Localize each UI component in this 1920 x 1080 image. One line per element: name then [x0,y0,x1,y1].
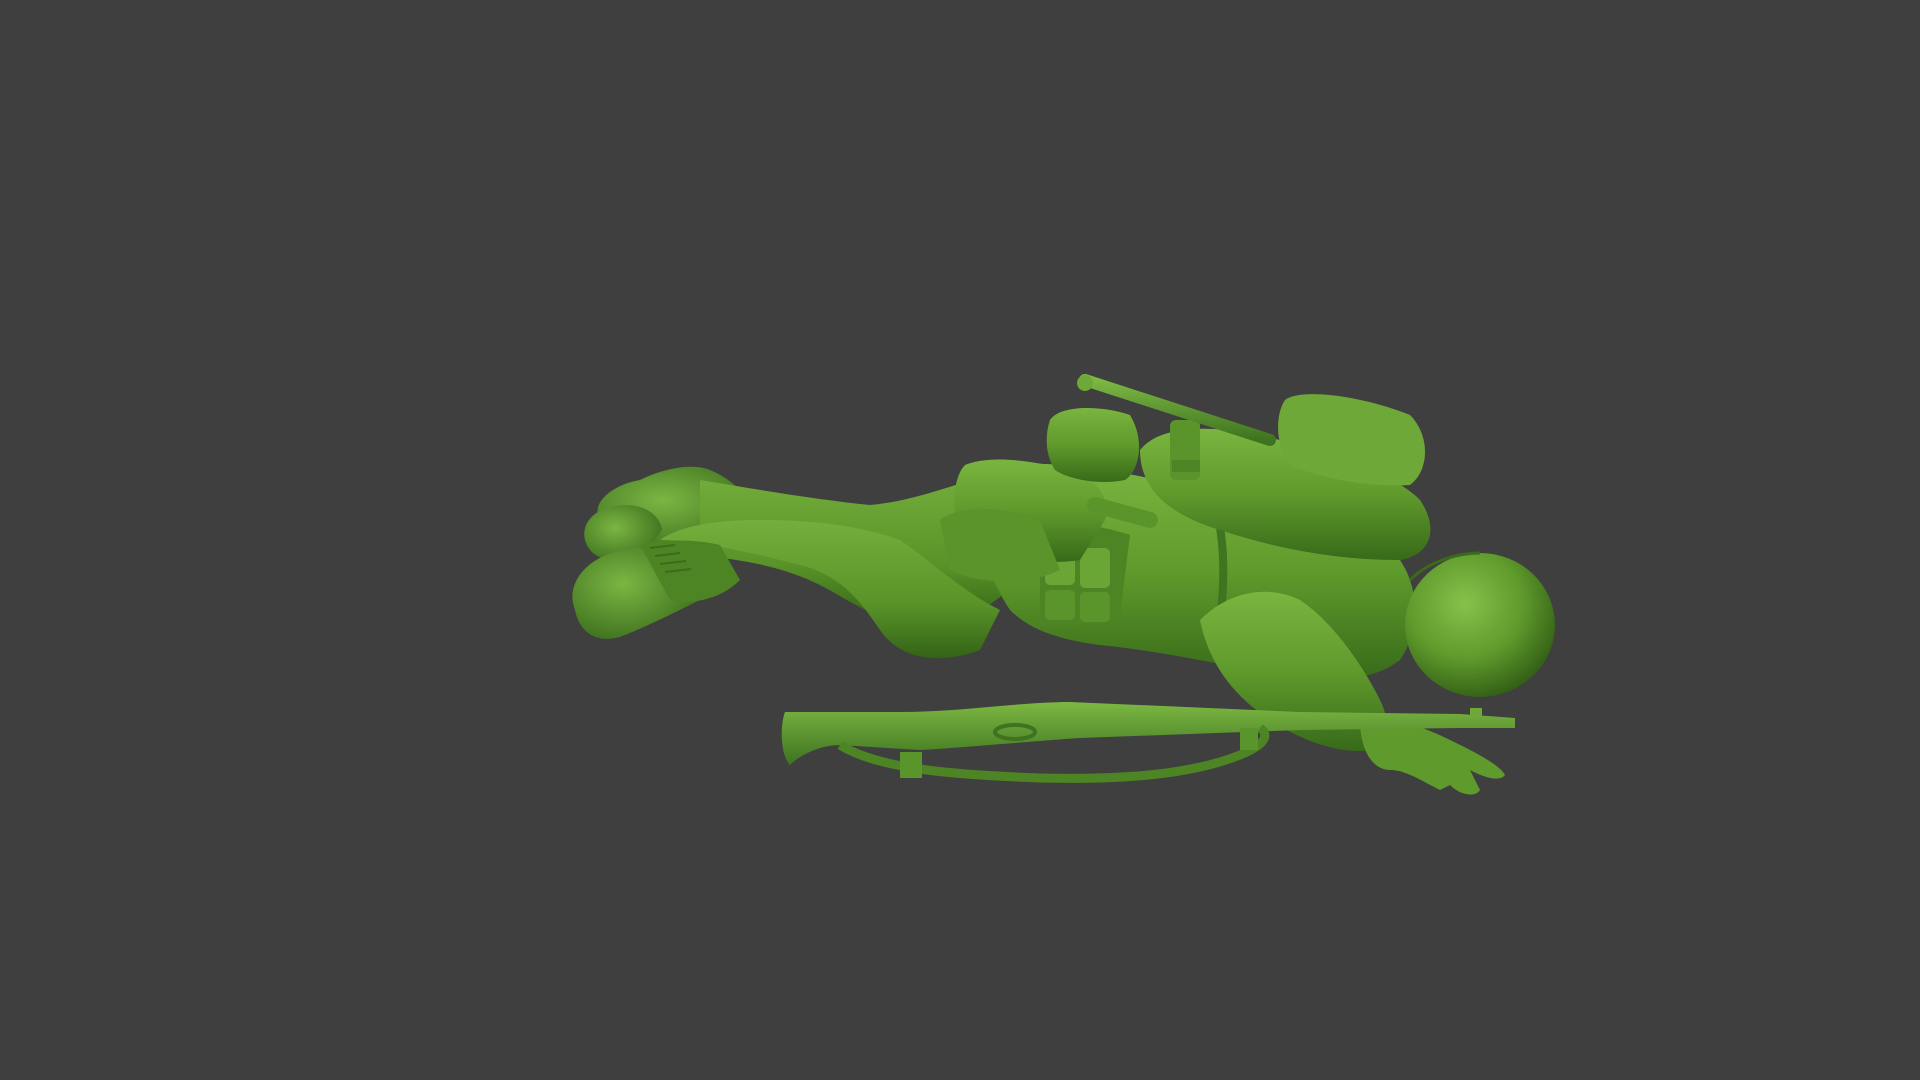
soldier-hand [1360,720,1505,795]
3d-model-viewport[interactable] [0,0,1568,882]
canteen [1046,408,1140,482]
soldier-model-render [572,374,1555,795]
helmet [1405,551,1555,697]
